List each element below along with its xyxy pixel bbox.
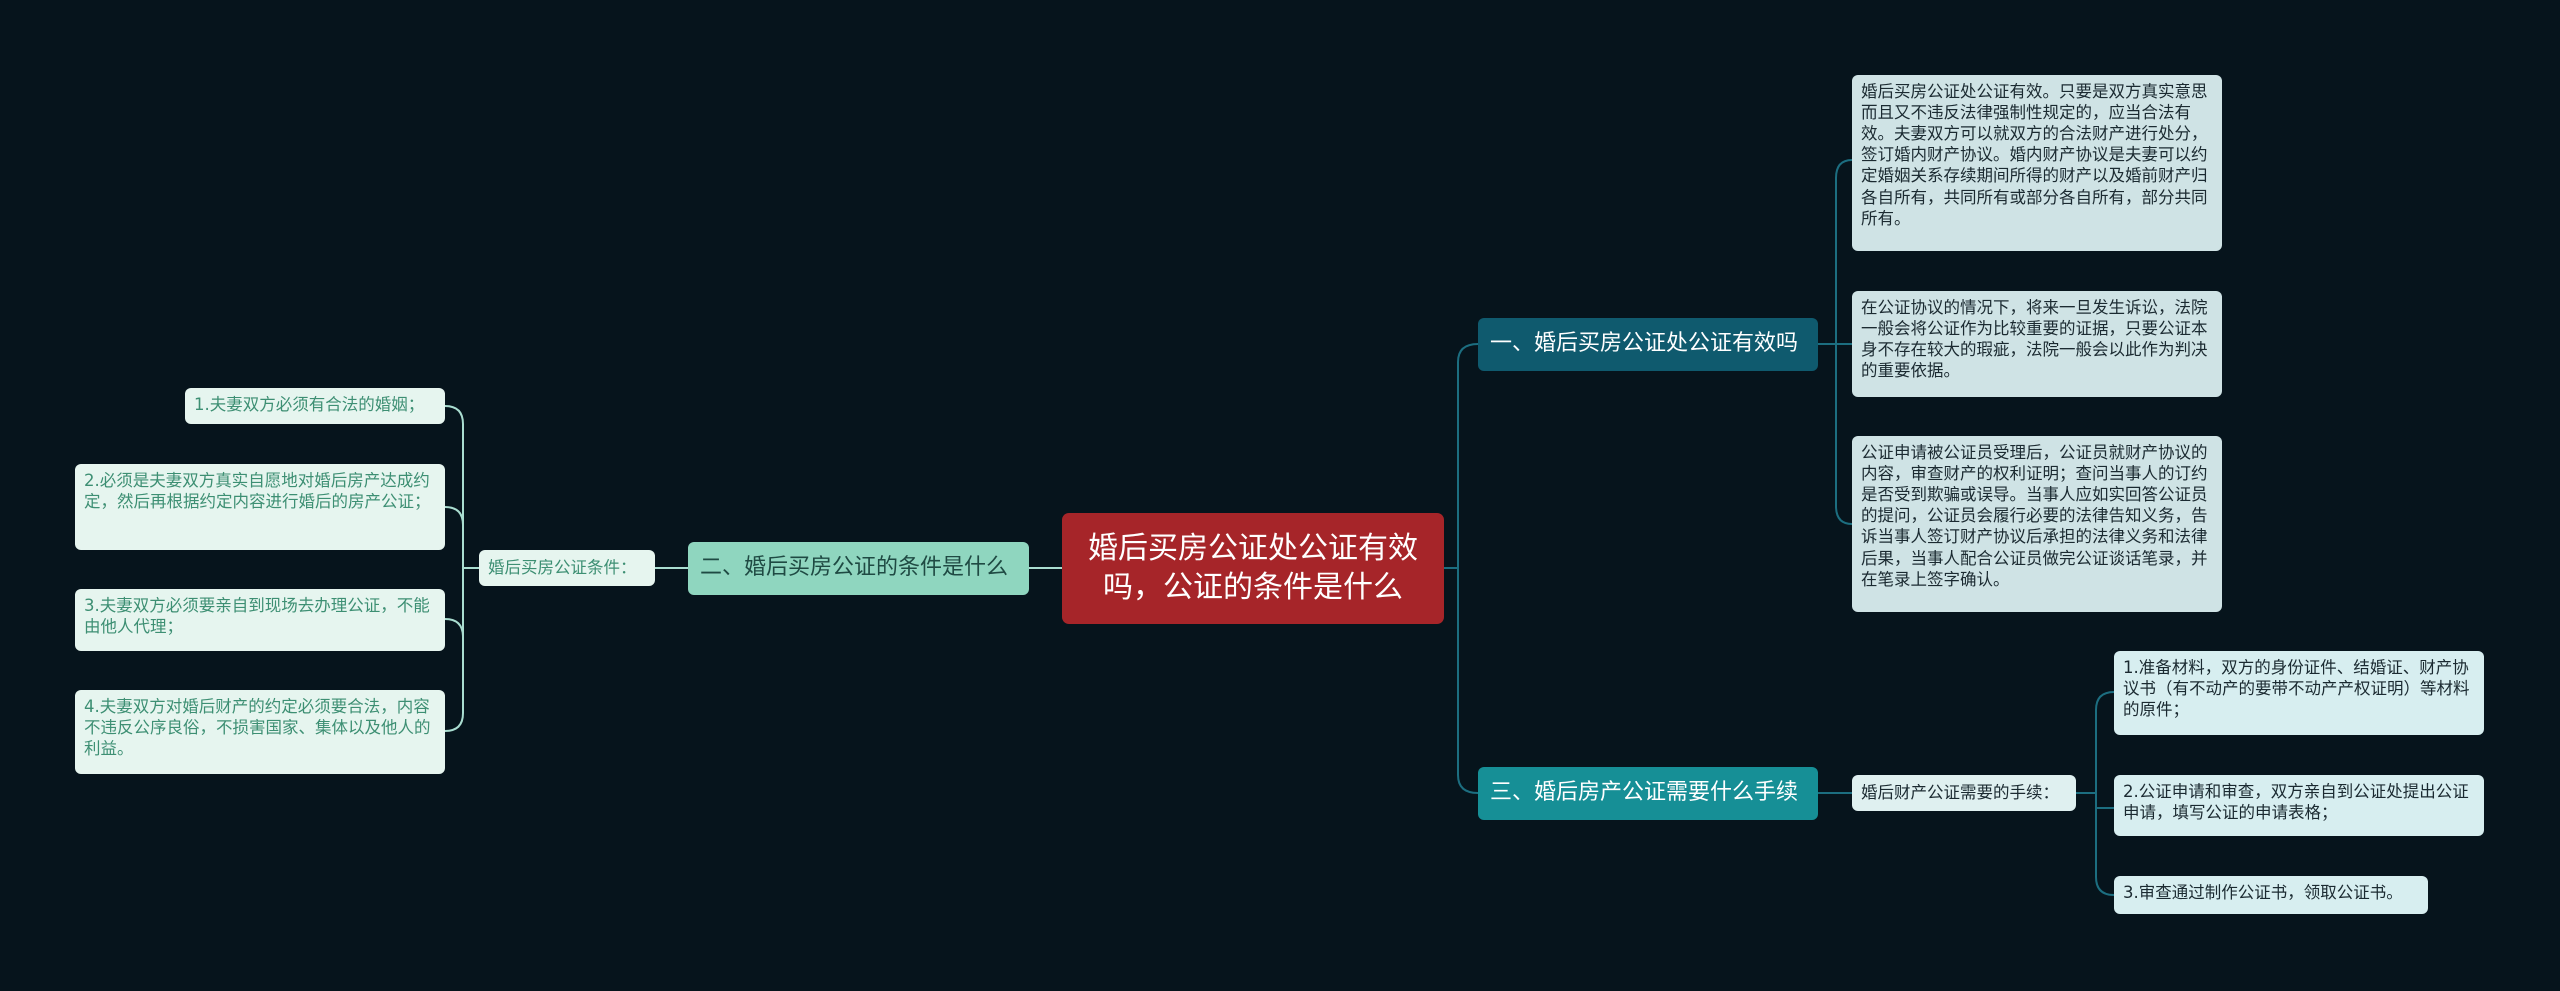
edge-mid2-leaf2 [444, 506, 479, 569]
edge-b1-leaf1 [1818, 159, 1853, 345]
branch-2-leaf-3-text: 3.夫妻双方必须要亲自到现场去办理公证，不能由他人代理； [84, 596, 430, 637]
branch-1-leaf-1[interactable]: 婚后买房公证处公证有效。只要是双方真实意思而且又不违反法律强制性规定的，应当合法… [1852, 75, 2222, 251]
edge-mid3-leaf1 [2076, 691, 2115, 794]
branch-3-leaf-3[interactable]: 3.审查通过制作公证书，领取公证书。 [2114, 876, 2428, 914]
edge-b1-leaf3 [1818, 343, 1853, 525]
mindmap-canvas: 婚后买房公证处公证有效吗，公证的条件是什么 一、婚后买房公证处公证有效吗 婚后买… [0, 0, 2560, 991]
branch-2-subtopic[interactable]: 婚后买房公证条件： [479, 550, 655, 586]
branch-3-leaf-2-text: 2.公证申请和审查，双方亲自到公证处提出公证申请，填写公证的申请表格； [2123, 782, 2469, 823]
edge-root-b3 [1444, 567, 1479, 794]
branch-1-leaf-3-text: 公证申请被公证员受理后，公证员就财产协议的内容，审查财产的权利证明；查问当事人的… [1861, 443, 2208, 589]
branch-3-leaf-2[interactable]: 2.公证申请和审查，双方亲自到公证处提出公证申请，填写公证的申请表格； [2114, 775, 2484, 836]
edge-mid2-leaf4 [444, 567, 479, 732]
branch-2-leaf-2[interactable]: 2.必须是夫妻双方真实自愿地对婚后房产达成约定，然后再根据约定内容进行婚后的房产… [75, 464, 445, 550]
branch-3-leaf-3-text: 3.审查通过制作公证书，领取公证书。 [2123, 883, 2403, 902]
branch-3-topic[interactable]: 三、婚后房产公证需要什么手续 [1478, 767, 1818, 820]
branch-2-label: 二、婚后买房公证的条件是什么 [700, 555, 1009, 581]
branch-3-leaf-1-text: 1.准备材料，双方的身份证件、结婚证、财产协议书（有不动产的要带不动产产权证明）… [2123, 658, 2470, 720]
branch-2-leaf-1[interactable]: 1.夫妻双方必须有合法的婚姻； [185, 388, 445, 424]
branch-3-leaf-1[interactable]: 1.准备材料，双方的身份证件、结婚证、财产协议书（有不动产的要带不动产产权证明）… [2114, 651, 2484, 735]
branch-2-leaf-4-text: 4.夫妻双方对婚后财产的约定必须要合法，内容不违反公序良俗，不损害国家、集体以及… [84, 697, 431, 759]
branch-2-subtopic-label: 婚后买房公证条件： [488, 558, 637, 578]
branch-3-subtopic[interactable]: 婚后财产公证需要的手续： [1852, 775, 2076, 811]
root-topic[interactable]: 婚后买房公证处公证有效吗，公证的条件是什么 [1062, 513, 1444, 624]
branch-2-leaf-4[interactable]: 4.夫妻双方对婚后财产的约定必须要合法，内容不违反公序良俗，不损害国家、集体以及… [75, 690, 445, 774]
branch-2-topic[interactable]: 二、婚后买房公证的条件是什么 [688, 542, 1029, 595]
branch-3-subtopic-label: 婚后财产公证需要的手续： [1861, 783, 2059, 803]
branch-2-leaf-1-text: 1.夫妻双方必须有合法的婚姻； [194, 395, 425, 414]
branch-2-leaf-3[interactable]: 3.夫妻双方必须要亲自到现场去办理公证，不能由他人代理； [75, 589, 445, 651]
branch-3-label: 三、婚后房产公证需要什么手续 [1490, 780, 1799, 806]
branch-1-topic[interactable]: 一、婚后买房公证处公证有效吗 [1478, 318, 1818, 371]
branch-2-leaf-2-text: 2.必须是夫妻双方真实自愿地对婚后房产达成约定，然后再根据约定内容进行婚后的房产… [84, 471, 431, 512]
branch-1-leaf-2-text: 在公证协议的情况下，将来一旦发生诉讼，法院一般会将公证作为比较重要的证据，只要公… [1861, 298, 2208, 381]
branch-1-leaf-3[interactable]: 公证申请被公证员受理后，公证员就财产协议的内容，审查财产的权利证明；查问当事人的… [1852, 436, 2222, 612]
edge-root-b1 [1444, 343, 1479, 569]
branch-1-leaf-1-text: 婚后买房公证处公证有效。只要是双方真实意思而且又不违反法律强制性规定的，应当合法… [1861, 82, 2208, 228]
root-topic-label: 婚后买房公证处公证有效吗，公证的条件是什么 [1088, 531, 1418, 605]
branch-1-label: 一、婚后买房公证处公证有效吗 [1490, 331, 1799, 357]
branch-1-leaf-2[interactable]: 在公证协议的情况下，将来一旦发生诉讼，法院一般会将公证作为比较重要的证据，只要公… [1852, 291, 2222, 397]
